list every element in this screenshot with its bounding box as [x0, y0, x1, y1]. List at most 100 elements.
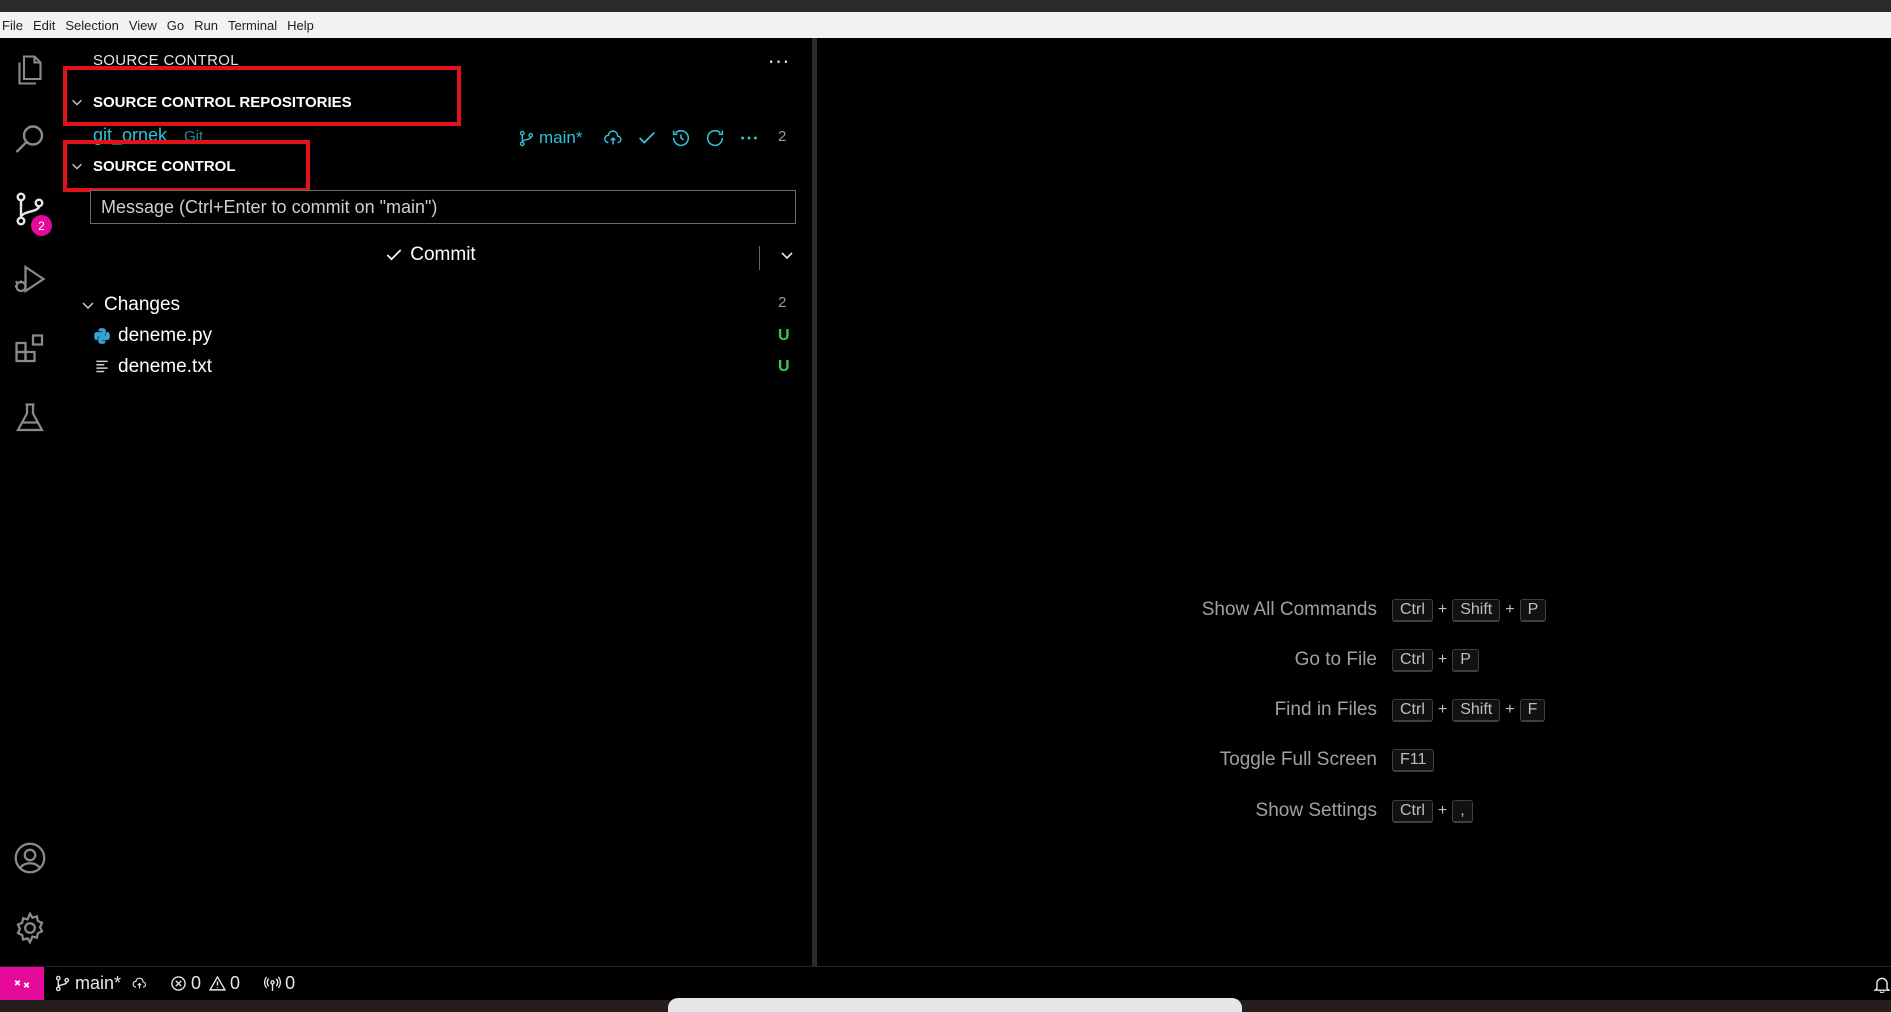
- commit-check-button[interactable]: [630, 125, 664, 151]
- refresh-button[interactable]: [698, 125, 732, 151]
- extensions-icon: [15, 334, 44, 363]
- activity-search[interactable]: [0, 112, 60, 168]
- hint-go-to-file: Go to File: [817, 646, 1377, 674]
- hint-keys: Ctrl + ,: [1392, 797, 1473, 825]
- files-icon: [18, 55, 42, 85]
- history-icon: [673, 129, 690, 147]
- account-icon: [14, 842, 46, 874]
- publish-branch-button[interactable]: [596, 125, 630, 151]
- commit-button-separator: [759, 246, 760, 270]
- remote-icon: [14, 979, 30, 988]
- file-name: deneme.py: [118, 325, 213, 346]
- hint-toggle-full-screen: Toggle Full Screen: [817, 746, 1377, 774]
- source-control-badge: 2: [31, 215, 52, 236]
- activity-extensions[interactable]: [0, 321, 60, 377]
- branch-icon: [519, 130, 534, 146]
- status-bar: main* 0 0 0: [0, 966, 1891, 1001]
- text-file-icon: [96, 360, 108, 373]
- menu-run[interactable]: Run: [194, 18, 218, 33]
- cloud-upload-icon: [132, 977, 147, 989]
- changed-file-row[interactable]: deneme.py U: [60, 323, 812, 351]
- file-status-untracked: U: [778, 327, 790, 344]
- more-actions-icon[interactable]: ···: [768, 50, 790, 74]
- changes-label: Changes: [104, 294, 181, 315]
- hint-show-settings: Show Settings: [817, 797, 1377, 825]
- menu-selection[interactable]: Selection: [65, 18, 118, 33]
- more-icon: [741, 136, 758, 140]
- menu-edit[interactable]: Edit: [33, 18, 55, 33]
- repository-branch-label: main*: [539, 128, 583, 147]
- warning-icon: [209, 975, 227, 991]
- check-icon: [387, 249, 402, 261]
- key: Shift: [1452, 698, 1501, 722]
- status-problems[interactable]: 0 0: [170, 973, 240, 994]
- activity-testing[interactable]: [0, 390, 60, 446]
- file-name: deneme.txt: [118, 356, 212, 377]
- check-icon: [639, 131, 656, 144]
- commit-options-dropdown[interactable]: [770, 238, 804, 272]
- activity-source-control[interactable]: 2: [0, 181, 60, 237]
- run-debug-icon: [14, 264, 46, 294]
- repository-more-button[interactable]: [732, 125, 766, 151]
- file-status-untracked: U: [778, 358, 790, 375]
- hint-label: Show All Commands: [1201, 599, 1377, 620]
- key: Shift: [1452, 598, 1501, 622]
- beaker-icon: [16, 403, 44, 432]
- chevron-down-icon: [781, 252, 793, 260]
- key: ,: [1452, 799, 1473, 823]
- repository-branch[interactable]: main*: [518, 128, 582, 148]
- highlight-box-source-control: [63, 140, 310, 192]
- activity-explorer[interactable]: [0, 42, 60, 98]
- menu-help[interactable]: Help: [287, 18, 314, 33]
- remote-indicator[interactable]: [0, 966, 44, 1001]
- repository-actions: main*: [518, 125, 766, 151]
- hint-show-all-commands: Show All Commands: [817, 596, 1377, 624]
- commit-message-input[interactable]: [90, 190, 796, 224]
- source-control-sidebar: SOURCE CONTROL ··· SOURCE CONTROL REPOSI…: [60, 38, 812, 966]
- changed-file-row[interactable]: deneme.txt U: [60, 354, 812, 382]
- hint-keys: F11: [1392, 746, 1435, 774]
- changes-group-header[interactable]: Changes: [80, 292, 800, 318]
- menu-file[interactable]: File: [2, 18, 23, 33]
- hint-label: Show Settings: [1255, 800, 1377, 821]
- error-icon: [171, 976, 186, 991]
- activity-manage[interactable]: [0, 900, 60, 956]
- menu-go[interactable]: Go: [167, 18, 184, 33]
- search-icon: [15, 125, 44, 153]
- hint-keys: Ctrl + Shift + F: [1392, 696, 1546, 724]
- key: Ctrl: [1392, 698, 1433, 722]
- hint-label: Toggle Full Screen: [1219, 749, 1377, 770]
- hint-keys: Ctrl + P: [1392, 646, 1479, 674]
- sidebar-title: SOURCE CONTROL: [93, 52, 239, 66]
- status-ports[interactable]: 0: [264, 973, 295, 994]
- key: F: [1519, 698, 1546, 722]
- status-warning-count: 0: [230, 973, 241, 993]
- refresh-icon: [707, 129, 724, 147]
- hint-keys: Ctrl + Shift + P: [1392, 596, 1547, 624]
- status-branch[interactable]: main*: [54, 973, 121, 994]
- cloud-upload-icon: [604, 130, 622, 145]
- key: Ctrl: [1392, 648, 1433, 672]
- history-button[interactable]: [664, 125, 698, 151]
- commit-button-label: Commit: [410, 244, 476, 265]
- key: Ctrl: [1392, 799, 1433, 823]
- status-error-count: 0: [191, 973, 202, 993]
- os-dock: [668, 998, 1242, 1012]
- hint-find-in-files: Find in Files: [817, 696, 1377, 724]
- key: F11: [1392, 748, 1435, 772]
- status-publish[interactable]: [131, 975, 152, 992]
- broadcast-icon: [264, 976, 282, 991]
- branch-icon: [55, 975, 70, 992]
- commit-button[interactable]: Commit: [90, 236, 770, 274]
- notifications-bell-icon[interactable]: [1873, 975, 1891, 993]
- menu-terminal[interactable]: Terminal: [228, 18, 277, 33]
- activity-accounts[interactable]: [0, 830, 60, 886]
- status-ports-count: 0: [285, 973, 296, 993]
- activity-bar: 2: [0, 38, 60, 966]
- python-icon: [94, 328, 110, 344]
- menu-bar: File Edit Selection View Go Run Terminal…: [0, 12, 1891, 38]
- chevron-down-icon: [82, 302, 94, 310]
- status-branch-label: main*: [75, 973, 122, 993]
- menu-view[interactable]: View: [129, 18, 157, 33]
- activity-run-debug[interactable]: [0, 251, 60, 307]
